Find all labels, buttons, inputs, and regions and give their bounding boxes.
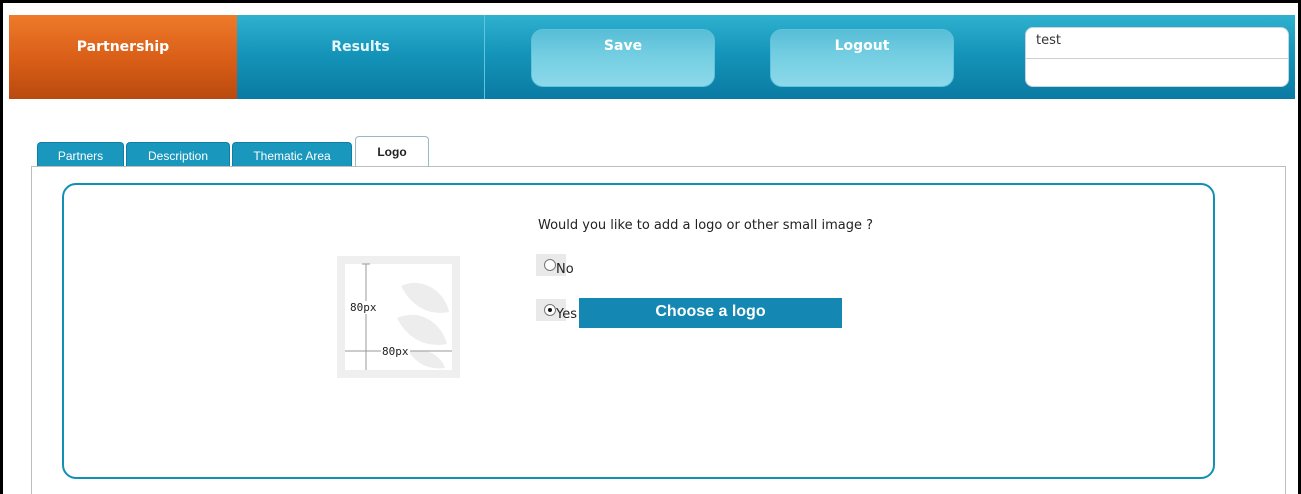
option-yes-label: Yes (556, 307, 577, 322)
top-navigation-bar: Partnership Results Save Logout test (9, 15, 1295, 99)
nav-partnership[interactable]: Partnership (9, 15, 237, 99)
width-dimension-label: 80px (381, 345, 410, 358)
user-name: test (1026, 28, 1288, 59)
logo-placeholder-image: 80px 80px (337, 256, 460, 378)
logo-section: 80px 80px Would you like to add a logo o… (62, 183, 1215, 479)
tab-thematic-area[interactable]: Thematic Area (232, 142, 352, 167)
logout-button[interactable]: Logout (770, 29, 954, 87)
tab-logo[interactable]: Logo (355, 136, 429, 167)
logo-placeholder-graphic (345, 263, 452, 370)
tab-content-panel: 80px 80px Would you like to add a logo o… (31, 166, 1286, 494)
logo-question: Would you like to add a logo or other sm… (538, 218, 873, 233)
nav-results[interactable]: Results (237, 15, 485, 99)
tab-description[interactable]: Description (126, 142, 230, 167)
radio-no[interactable] (544, 259, 556, 271)
radio-yes[interactable] (544, 304, 556, 316)
height-dimension-label: 80px (349, 301, 378, 314)
choose-logo-button[interactable]: Choose a logo (579, 298, 842, 328)
option-no-label: No (556, 262, 574, 277)
tab-partners[interactable]: Partners (37, 142, 124, 167)
user-box: test (1025, 27, 1289, 87)
app-frame: Partnership Results Save Logout test Par… (0, 0, 1301, 494)
save-button[interactable]: Save (531, 29, 715, 87)
